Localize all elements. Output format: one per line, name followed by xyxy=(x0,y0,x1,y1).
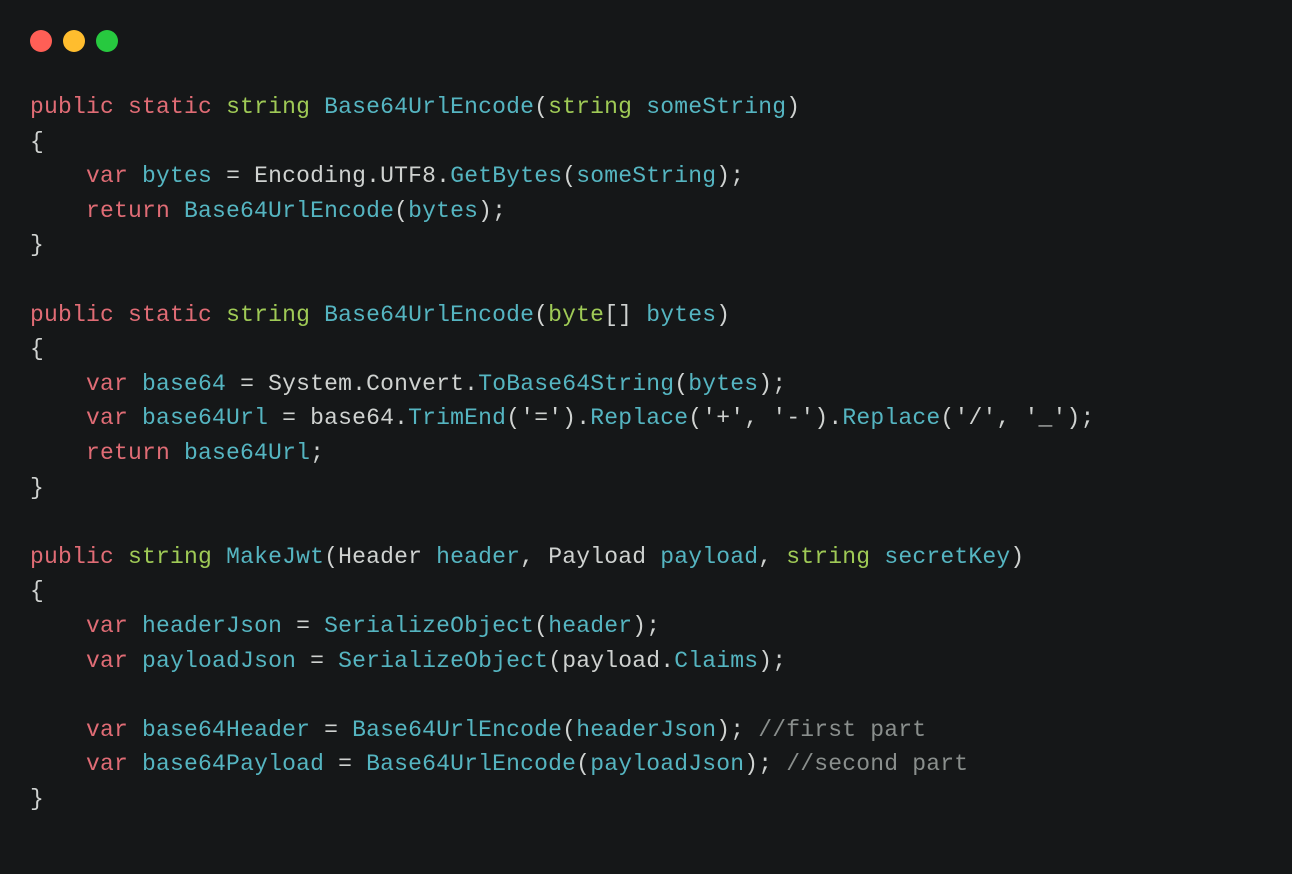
keyword-return: return xyxy=(86,198,170,224)
keyword-public: public xyxy=(30,94,114,120)
comment: //second part xyxy=(786,751,968,777)
keyword-var: var xyxy=(86,163,128,189)
type-string: string xyxy=(226,94,310,120)
close-icon[interactable] xyxy=(30,30,52,52)
code-window: public static string Base64UrlEncode(str… xyxy=(0,0,1292,874)
maximize-icon[interactable] xyxy=(96,30,118,52)
param-name: someString xyxy=(646,94,786,120)
method-name: Base64UrlEncode xyxy=(324,94,534,120)
code-editor[interactable]: public static string Base64UrlEncode(str… xyxy=(30,90,1262,816)
titlebar xyxy=(30,30,1262,52)
minimize-icon[interactable] xyxy=(63,30,85,52)
comment: //first part xyxy=(758,717,926,743)
keyword-static: static xyxy=(128,94,212,120)
